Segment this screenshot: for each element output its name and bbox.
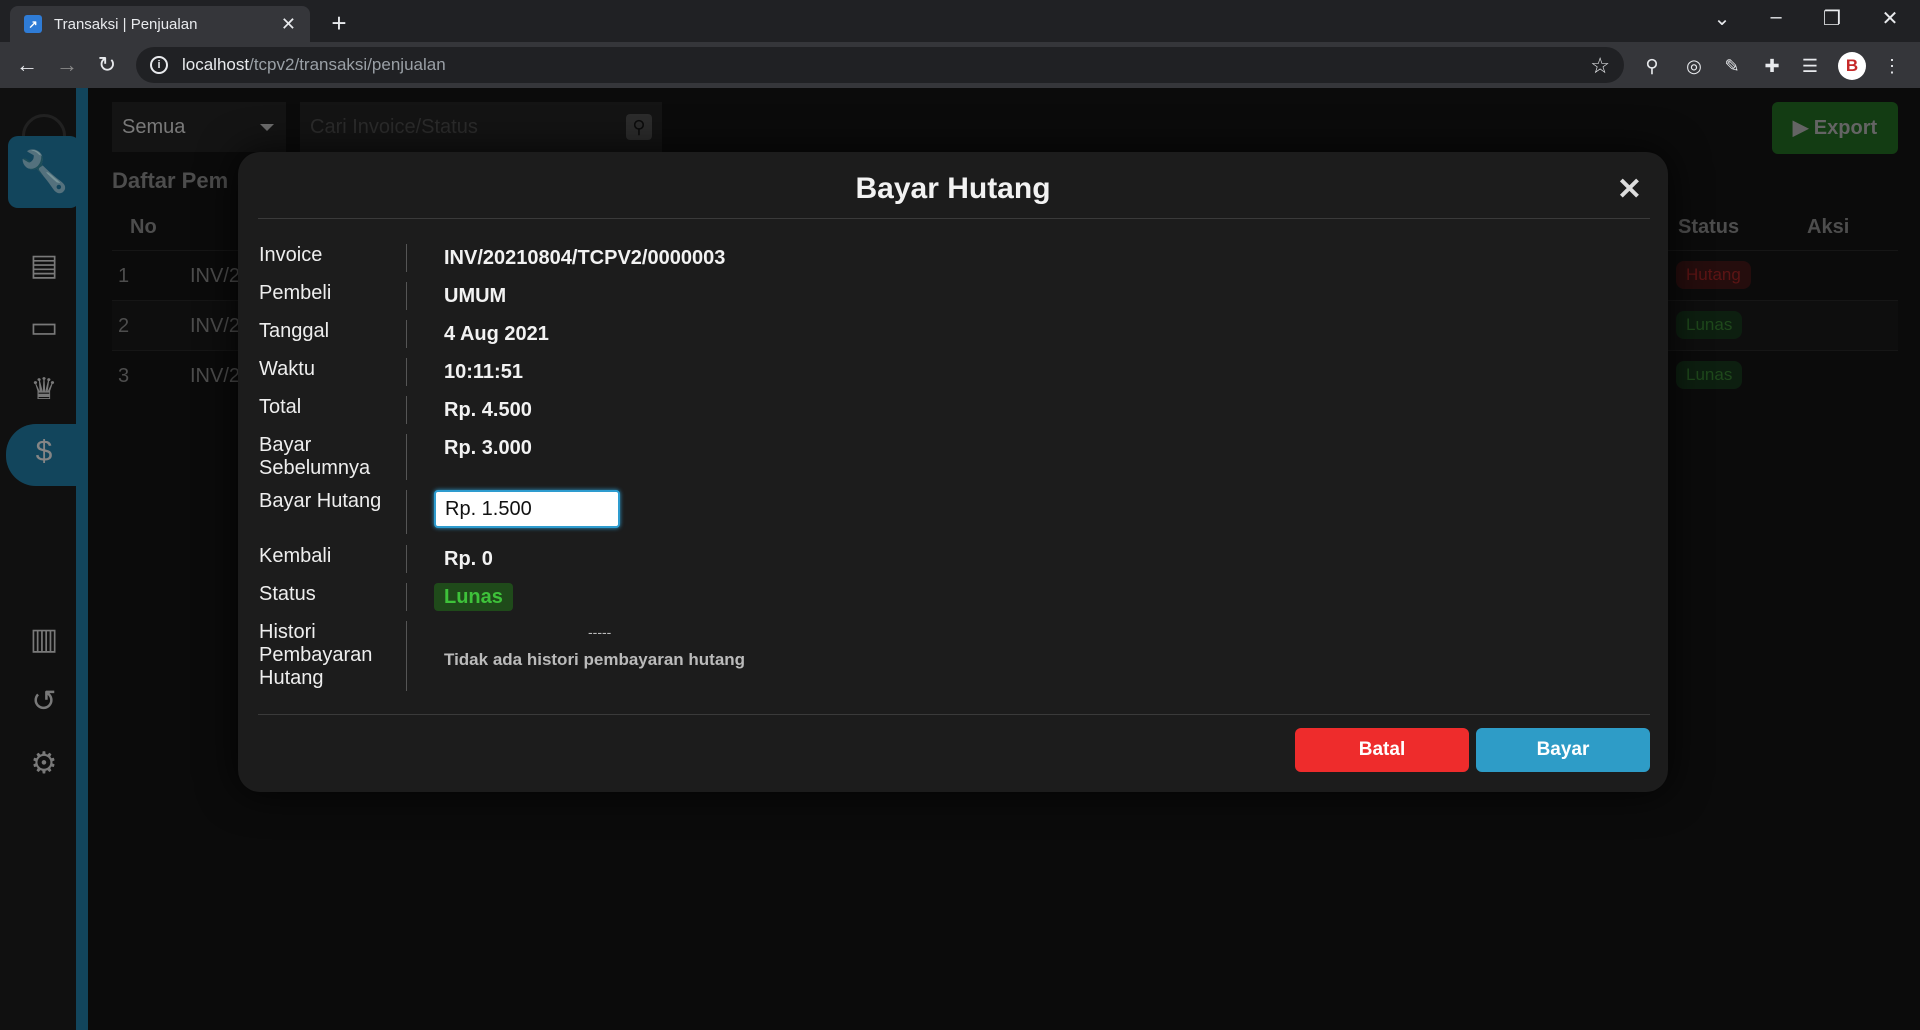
modal-close-icon[interactable]: ✕	[1617, 172, 1642, 207]
pay-button[interactable]: Bayar	[1476, 728, 1650, 772]
status-label: Status	[259, 583, 316, 605]
tanggal-value: 4 Aug 2021	[444, 323, 549, 345]
divider	[406, 396, 407, 424]
histori-label-line3: Hutang	[259, 667, 324, 689]
kembali-value: Rp. 0	[444, 548, 493, 570]
histori-label-line2: Pembayaran	[259, 644, 373, 666]
reload-icon[interactable]: ↻	[92, 50, 122, 80]
histori-label: Histori Pembayaran Hutang	[259, 621, 372, 690]
divider	[406, 320, 407, 348]
minimize-icon[interactable]: –	[1756, 6, 1796, 29]
forward-icon[interactable]: →	[52, 50, 82, 80]
tab-title: Transaksi | Penjualan	[54, 15, 198, 33]
profile-avatar-icon[interactable]: B	[1838, 52, 1866, 80]
total-label: Total	[259, 396, 302, 418]
modal-header-divider	[258, 218, 1650, 219]
new-tab-button[interactable]: +	[324, 8, 354, 39]
invoice-label: Invoice	[259, 244, 323, 266]
back-icon[interactable]: ←	[12, 50, 42, 80]
site-info-icon[interactable]: i	[150, 56, 168, 74]
divider	[406, 583, 407, 611]
divider	[406, 358, 407, 386]
pen-extension-icon[interactable]: ✎	[1718, 52, 1746, 80]
invoice-value: INV/20210804/TCPV2/0000003	[444, 247, 726, 269]
histori-label-line1: Histori	[259, 621, 316, 643]
color-picker-extension-icon[interactable]: ◎	[1680, 52, 1708, 80]
bookmark-star-icon[interactable]: ☆	[1590, 53, 1610, 79]
bayar-hutang-modal: Bayar Hutang ✕ Invoice INV/20210804/TCPV…	[238, 152, 1668, 792]
restore-icon[interactable]: ❐	[1812, 6, 1852, 31]
divider	[406, 545, 407, 573]
status-badge: Lunas	[434, 583, 513, 611]
browser-tab[interactable]: ↗ Transaksi | Penjualan ✕	[10, 6, 310, 42]
tab-search-icon[interactable]: ⌄	[1702, 6, 1742, 31]
extensions-puzzle-icon[interactable]: ✚	[1758, 52, 1786, 80]
total-value: Rp. 4.500	[444, 399, 532, 421]
bayar-hutang-input[interactable]: Rp. 1.500	[434, 490, 620, 528]
histori-empty-text: Tidak ada histori pembayaran hutang	[444, 650, 746, 669]
waktu-label: Waktu	[259, 358, 315, 380]
kembali-label: Kembali	[259, 545, 332, 567]
divider	[406, 621, 407, 691]
bayar-sebelumnya-label: Bayar Sebelumnya	[259, 434, 370, 480]
bayar-sebelumnya-value: Rp. 3.000	[444, 437, 532, 459]
url-host: localhost	[182, 55, 250, 74]
modal-title: Bayar Hutang	[855, 172, 1051, 205]
browser-tabstrip: ↗ Transaksi | Penjualan ✕ + ⌄ – ❐ ✕	[0, 0, 1920, 42]
pembeli-value: UMUM	[444, 285, 507, 307]
url-path: /tcpv2/transaksi/penjualan	[249, 55, 446, 74]
tab-close-icon[interactable]: ✕	[281, 14, 296, 35]
cancel-button[interactable]: Batal	[1295, 728, 1469, 772]
browser-toolbar: ← → ↻ i localhost /tcpv2/transaksi/penju…	[0, 42, 1920, 88]
window-close-icon[interactable]: ✕	[1870, 6, 1910, 31]
location-pin-icon[interactable]: ⚲	[1638, 52, 1666, 80]
bayar-sebelumnya-label-line2: Sebelumnya	[259, 457, 371, 479]
divider	[406, 490, 407, 534]
address-bar[interactable]: i localhost /tcpv2/transaksi/penjualan ☆	[136, 47, 1624, 83]
pembeli-label: Pembeli	[259, 282, 332, 304]
divider	[406, 244, 407, 272]
modal-footer-divider	[258, 714, 1650, 715]
media-control-icon[interactable]: ☰	[1796, 52, 1824, 80]
waktu-value: 10:11:51	[444, 361, 523, 383]
divider	[406, 434, 407, 480]
bayar-hutang-label: Bayar Hutang	[259, 490, 382, 512]
tanggal-label: Tanggal	[259, 320, 330, 342]
browser-menu-icon[interactable]: ⋮	[1878, 52, 1906, 80]
app-favicon-icon: ↗	[24, 15, 42, 33]
bayar-sebelumnya-label-line1: Bayar	[259, 434, 312, 456]
histori-dash: -----	[588, 624, 612, 640]
divider	[406, 282, 407, 310]
